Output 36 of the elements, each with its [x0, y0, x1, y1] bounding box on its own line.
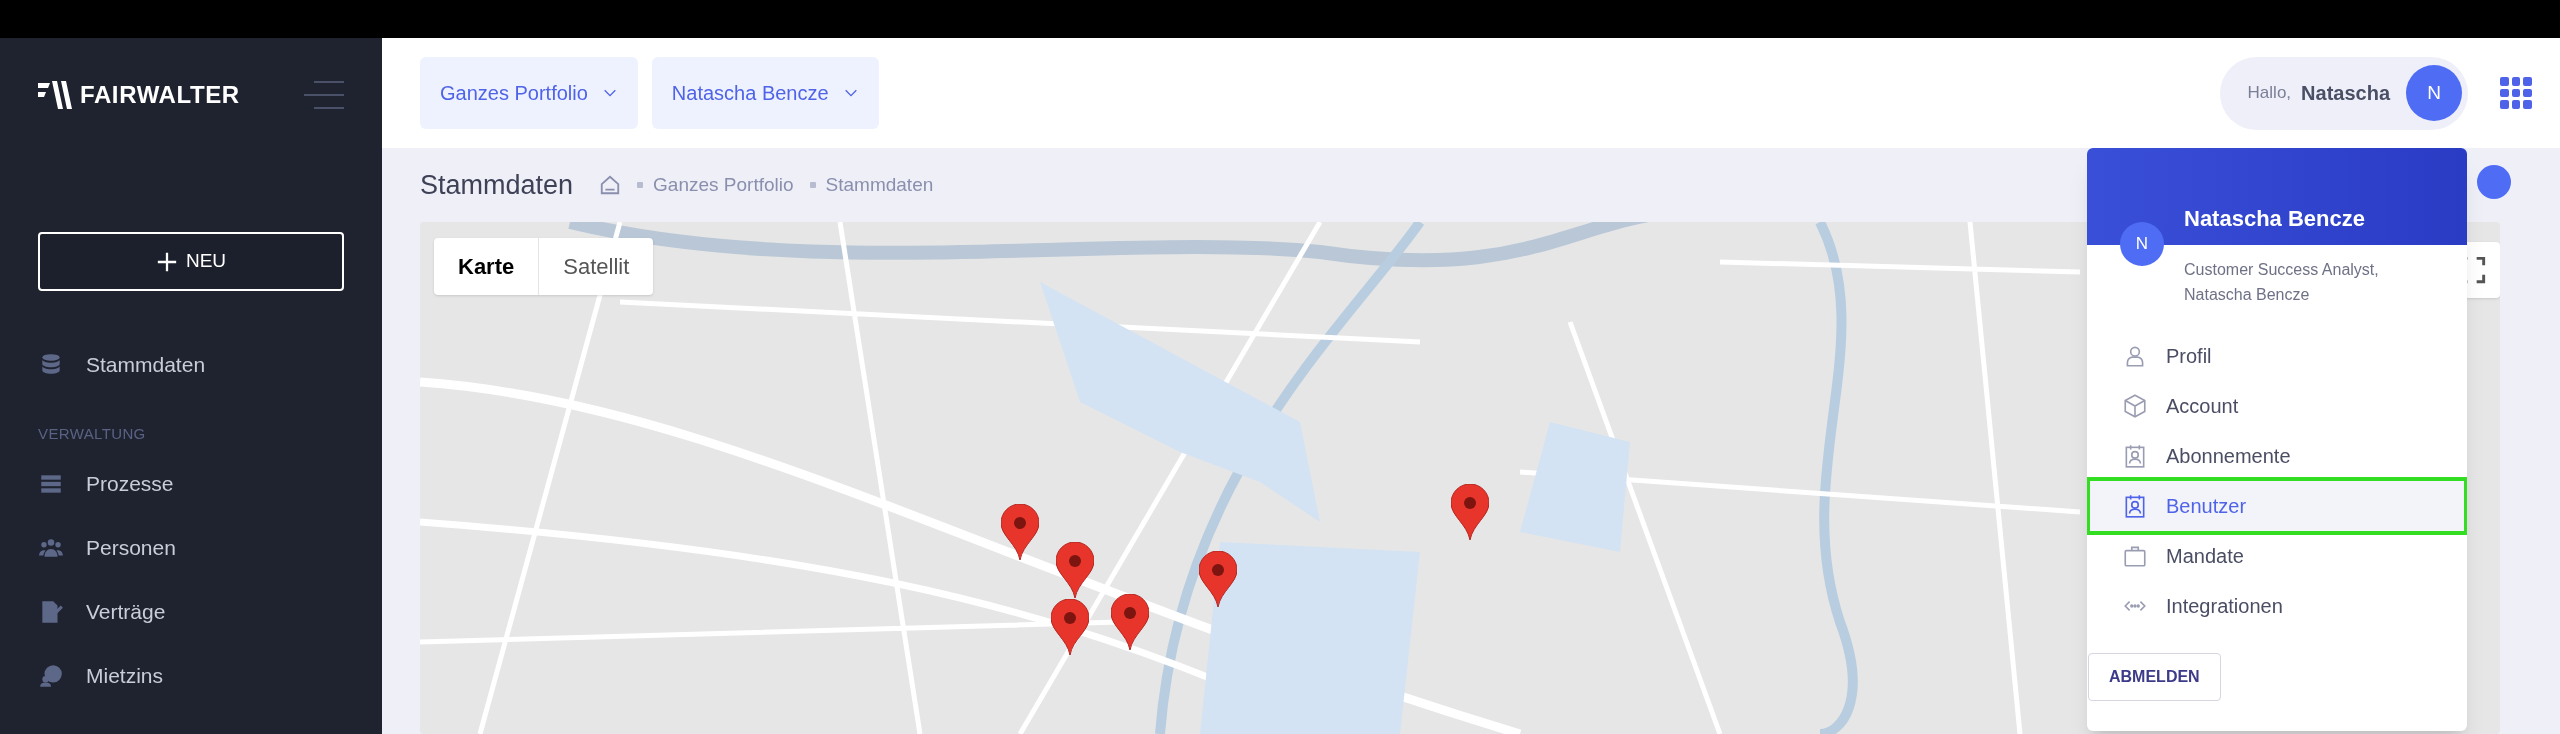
map-type-tab[interactable]: Karte — [434, 238, 539, 295]
map-type-tab[interactable]: Satellit — [538, 238, 654, 295]
user-role: Customer Success Analyst, Natascha Bencze — [2184, 260, 2380, 305]
map-pin-icon[interactable] — [1451, 484, 1489, 540]
map-pin-icon[interactable] — [1199, 551, 1237, 607]
menu-item[interactable]: Profil — [2090, 331, 2464, 381]
user-name: Natascha Bencze — [2184, 205, 2365, 233]
filter-dropdown[interactable]: Natascha Bencze — [651, 57, 879, 129]
map-pin-icon[interactable] — [1051, 599, 1089, 655]
page-title: Stammdaten — [420, 168, 574, 202]
menu-item[interactable]: Integrationen — [2090, 581, 2464, 631]
coin-icon — [38, 662, 64, 689]
apps-icon[interactable] — [2500, 77, 2532, 109]
section-heading: VERWALTUNG — [38, 424, 147, 444]
avatar: N — [2120, 222, 2164, 266]
map-pin-icon[interactable] — [1056, 542, 1094, 598]
plus-icon — [155, 250, 178, 273]
breadcrumb-separator — [637, 182, 644, 188]
logo: FAIRWALTER — [38, 77, 240, 113]
nav-item[interactable]: Stammdaten — [38, 333, 344, 397]
menu-item[interactable]: Mandate — [2090, 531, 2464, 581]
new-button[interactable]: NEU — [38, 232, 344, 291]
nav-item[interactable]: Prozesse — [38, 451, 344, 516]
filter-dropdown[interactable]: Ganzes Portfolio — [420, 57, 638, 129]
breadcrumb-separator — [809, 182, 816, 188]
nav-item[interactable]: Mietzins — [38, 643, 344, 708]
map-pin-icon[interactable] — [1001, 504, 1039, 560]
nav-item[interactable]: Verträge — [38, 579, 344, 644]
logout-button[interactable]: ABMELDEN — [2088, 653, 2221, 701]
menu-item[interactable]: Abonnemente — [2090, 431, 2464, 481]
home-icon — [599, 174, 622, 196]
cube-icon — [2122, 393, 2148, 419]
nav-item[interactable]: Personen — [38, 515, 344, 580]
map-pin-icon[interactable] — [1111, 594, 1149, 650]
menu-item[interactable]: Account — [2090, 381, 2464, 431]
user-button[interactable]: Hallo, Natascha N — [2219, 56, 2468, 130]
